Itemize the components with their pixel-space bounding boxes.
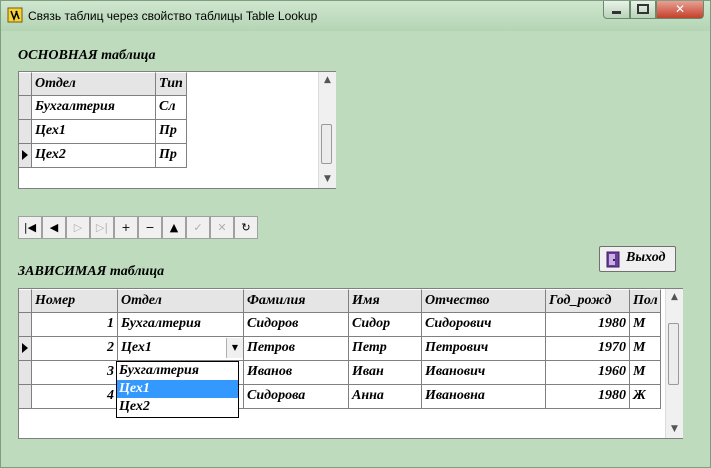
- table-cell[interactable]: Пр: [156, 144, 187, 168]
- table-cell[interactable]: 1960: [546, 361, 630, 385]
- minimize-icon: [612, 11, 621, 14]
- row-indicator[interactable]: [19, 120, 32, 144]
- table-cell[interactable]: Сидорович: [422, 313, 546, 337]
- column-header[interactable]: Год_рожд: [546, 289, 630, 313]
- table-cell[interactable]: Петров: [244, 337, 349, 361]
- scroll-down-icon[interactable]: ▼: [666, 421, 683, 438]
- department-dropdown-list[interactable]: Бухгалтерия Цех1 Цех2: [116, 361, 239, 418]
- row-indicator[interactable]: [19, 361, 32, 385]
- minimize-button[interactable]: [603, 1, 630, 19]
- table-cell[interactable]: 2: [32, 337, 118, 361]
- master-table-label: ОСНОВНАЯ таблица: [18, 48, 156, 63]
- row-indicator[interactable]: [19, 96, 32, 120]
- detail-table-label: ЗАВИСИМАЯ таблица: [18, 264, 165, 279]
- window-title: Связь таблиц через свойство таблицы Tabl…: [28, 9, 318, 23]
- column-header[interactable]: Отдел: [32, 72, 156, 96]
- table-cell[interactable]: Цех1 ▼: [118, 337, 244, 361]
- column-header[interactable]: Номер: [32, 289, 118, 313]
- master-scrollbar[interactable]: ▲ ▼: [318, 72, 336, 188]
- edit-button[interactable]: ▲: [162, 216, 186, 239]
- table-cell[interactable]: Петрович: [422, 337, 546, 361]
- row-indicator[interactable]: [19, 337, 32, 361]
- row-indicator[interactable]: [19, 313, 32, 337]
- exit-label: Выход: [626, 250, 666, 265]
- table-cell[interactable]: М: [630, 361, 661, 385]
- close-icon: ✕: [674, 2, 686, 16]
- column-header[interactable]: Отчество: [422, 289, 546, 313]
- column-header[interactable]: Фамилия: [244, 289, 349, 313]
- table-cell[interactable]: Петр: [349, 337, 422, 361]
- table-cell[interactable]: 3: [32, 361, 118, 385]
- scroll-down-icon[interactable]: ▼: [319, 171, 336, 188]
- table-cell[interactable]: М: [630, 337, 661, 361]
- table-cell[interactable]: Сидор: [349, 313, 422, 337]
- table-cell[interactable]: 1980: [546, 385, 630, 409]
- close-button[interactable]: ✕: [656, 1, 704, 19]
- prior-button[interactable]: ◀: [42, 216, 66, 239]
- maximize-icon: [637, 4, 649, 14]
- row-indicator[interactable]: [19, 144, 32, 168]
- row-indicator[interactable]: [19, 385, 32, 409]
- table-cell[interactable]: М: [630, 313, 661, 337]
- first-button[interactable]: |◀: [18, 216, 42, 239]
- master-grid[interactable]: ▲ ▼ Отдел Тип Бухгалтерия Сл Цех1 Пр Цех2 Пр: [18, 71, 336, 189]
- delete-button[interactable]: −: [138, 216, 162, 239]
- exit-button[interactable]: Выход: [599, 246, 676, 272]
- table-cell[interactable]: Иван: [349, 361, 422, 385]
- table-cell[interactable]: Иванов: [244, 361, 349, 385]
- detail-scrollbar[interactable]: ▲ ▼: [665, 289, 683, 438]
- table-cell[interactable]: Ивановна: [422, 385, 546, 409]
- column-header[interactable]: Имя: [349, 289, 422, 313]
- table-cell[interactable]: 1970: [546, 337, 630, 361]
- dropdown-option[interactable]: Бухгалтерия: [117, 362, 238, 380]
- door-icon: [606, 251, 620, 268]
- column-header[interactable]: Тип: [156, 72, 187, 96]
- header-indicator: [19, 289, 32, 313]
- table-cell[interactable]: Бухгалтерия: [32, 96, 156, 120]
- table-cell[interactable]: 1980: [546, 313, 630, 337]
- table-cell[interactable]: Сл: [156, 96, 187, 120]
- table-cell[interactable]: Сидоров: [244, 313, 349, 337]
- current-row-pointer-icon: [22, 150, 28, 160]
- scroll-up-icon[interactable]: ▲: [319, 72, 336, 89]
- next-button[interactable]: ▷: [66, 216, 90, 239]
- table-cell[interactable]: Пр: [156, 120, 187, 144]
- table-cell[interactable]: Цех1: [32, 120, 156, 144]
- table-cell[interactable]: 4: [32, 385, 118, 409]
- refresh-button[interactable]: ↻: [234, 216, 258, 239]
- maximize-button[interactable]: [630, 1, 656, 19]
- title-bar[interactable]: Связь таблиц через свойство таблицы Tabl…: [1, 1, 710, 31]
- main-window: Связь таблиц через свойство таблицы Tabl…: [0, 0, 711, 468]
- scroll-up-icon[interactable]: ▲: [666, 289, 683, 306]
- scroll-thumb[interactable]: [321, 124, 332, 164]
- scroll-thumb[interactable]: [668, 323, 679, 385]
- table-cell[interactable]: Ж: [630, 385, 661, 409]
- current-row-pointer-icon: [22, 343, 28, 353]
- column-header[interactable]: Пол: [630, 289, 661, 313]
- table-cell[interactable]: 1: [32, 313, 118, 337]
- table-cell[interactable]: Бухгалтерия: [118, 313, 244, 337]
- table-cell[interactable]: Сидорова: [244, 385, 349, 409]
- table-cell[interactable]: Анна: [349, 385, 422, 409]
- table-cell[interactable]: Иванович: [422, 361, 546, 385]
- header-indicator: [19, 72, 32, 96]
- cancel-button[interactable]: ✕: [210, 216, 234, 239]
- last-button[interactable]: ▷|: [90, 216, 114, 239]
- post-button[interactable]: ✓: [186, 216, 210, 239]
- column-header[interactable]: Отдел: [118, 289, 244, 313]
- table-cell[interactable]: Цех2: [32, 144, 156, 168]
- chevron-down-icon[interactable]: ▼: [226, 338, 243, 358]
- dropdown-option[interactable]: Цех1: [117, 380, 238, 398]
- app-icon: [7, 7, 23, 23]
- dropdown-option[interactable]: Цех2: [117, 398, 238, 416]
- insert-button[interactable]: +: [114, 216, 138, 239]
